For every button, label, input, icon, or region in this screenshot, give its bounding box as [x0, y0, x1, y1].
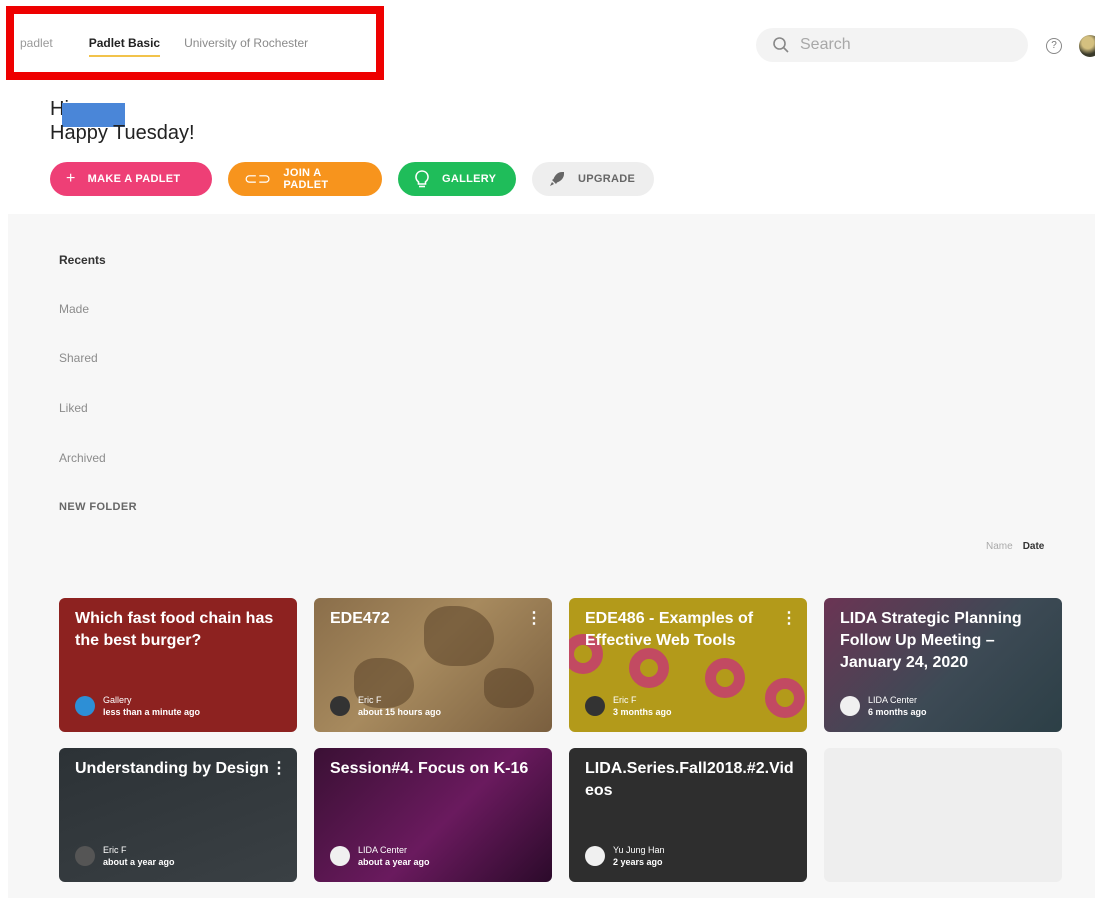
padlet-card[interactable]: Session#4. Focus on K-16 LIDA Center abou…	[314, 748, 552, 882]
card-time: 3 months ago	[613, 707, 672, 717]
make-a-padlet-button[interactable]: + MAKE A PADLET	[50, 162, 212, 196]
action-buttons: + MAKE A PADLET ⊂⊃ JOIN A PADLET GALLERY…	[50, 162, 654, 196]
plus-icon: +	[66, 170, 76, 187]
rocket-icon	[550, 172, 564, 186]
card-time: 6 months ago	[868, 707, 927, 717]
card-title: Which fast food chain has the best burge…	[75, 610, 274, 649]
search-input[interactable]	[800, 36, 1000, 54]
donut-decoration	[629, 648, 669, 688]
avatar	[330, 696, 350, 716]
card-title: LIDA Strategic Planning Follow Up Meetin…	[840, 610, 1022, 671]
card-title: Session#4. Focus on K-16	[330, 760, 529, 777]
join-a-padlet-label: JOIN A PADLET	[283, 167, 329, 191]
avatar	[840, 696, 860, 716]
card-time: less than a minute ago	[103, 707, 201, 717]
padlet-card[interactable]: LIDA.Series.Fall2018.#2.Videos Yu Jung H…	[569, 748, 807, 882]
card-meta: Gallery less than a minute ago	[75, 694, 200, 718]
sidebar-item-archived[interactable]: Archived	[59, 451, 106, 465]
sort-by-date[interactable]: Date	[1023, 541, 1045, 552]
padlet-card[interactable]: Which fast food chain has the best burge…	[59, 598, 297, 732]
card-author: Eric F	[358, 695, 382, 705]
more-options-icon[interactable]: ⋮	[271, 758, 287, 778]
sidebar-item-recents[interactable]: Recents	[59, 253, 106, 267]
card-title: LIDA.Series.Fall2018.#2.Videos	[585, 760, 794, 799]
join-a-padlet-button[interactable]: ⊂⊃ JOIN A PADLET	[228, 162, 382, 196]
link-icon: ⊂⊃	[244, 171, 272, 188]
card-title: EDE472	[330, 610, 390, 627]
card-author: Eric F	[613, 695, 637, 705]
sort-by-name[interactable]: Name	[986, 541, 1013, 552]
more-options-icon[interactable]: ⋮	[781, 608, 797, 628]
upgrade-label: UPGRADE	[578, 173, 636, 185]
new-folder-button[interactable]: NEW FOLDER	[59, 501, 137, 513]
help-icon[interactable]: ?	[1046, 38, 1062, 54]
upgrade-button[interactable]: UPGRADE	[532, 162, 654, 196]
gallery-label: GALLERY	[442, 173, 497, 185]
sort-controls: Name Date	[986, 541, 1044, 552]
gallery-button[interactable]: GALLERY	[398, 162, 516, 196]
avatar	[585, 696, 605, 716]
padlet-card[interactable]: EDE472 ⋮ Eric F about 15 hours ago	[314, 598, 552, 732]
make-a-padlet-label: MAKE A PADLET	[87, 173, 181, 185]
avatar	[75, 696, 95, 716]
account-avatar[interactable]	[1079, 35, 1095, 57]
card-author: Eric F	[103, 845, 127, 855]
avatar	[585, 846, 605, 866]
card-author: Yu Jung Han	[613, 845, 665, 855]
more-options-icon[interactable]: ⋮	[526, 608, 542, 628]
sidebar-item-shared[interactable]: Shared	[59, 351, 98, 365]
sidebar-item-liked[interactable]: Liked	[59, 401, 88, 415]
card-title: EDE486 - Examples of Effective Web Tools	[585, 610, 754, 649]
empty-card-placeholder	[824, 748, 1062, 882]
donut-decoration	[705, 658, 745, 698]
greeting-day: Happy Tuesday!	[50, 122, 195, 144]
padlet-card[interactable]: EDE486 - Examples of Effective Web Tools…	[569, 598, 807, 732]
top-bar: padlet Padlet Basic University of Roches…	[0, 0, 1095, 88]
card-author: LIDA Center	[868, 695, 918, 705]
padlet-card[interactable]: LIDA Strategic Planning Follow Up Meetin…	[824, 598, 1062, 732]
search-box[interactable]	[756, 28, 1028, 62]
card-author: LIDA Center	[358, 845, 408, 855]
card-meta: Eric F about 15 hours ago	[330, 694, 441, 718]
padlet-card[interactable]: Understanding by Design ⋮ Eric F about a …	[59, 748, 297, 882]
card-meta: LIDA Center about a year ago	[330, 844, 430, 868]
sidebar-item-made[interactable]: Made	[59, 302, 89, 316]
avatar	[75, 846, 95, 866]
card-meta: Eric F about a year ago	[75, 844, 175, 868]
card-meta: LIDA Center 6 months ago	[840, 694, 927, 718]
card-time: 2 years ago	[613, 857, 663, 867]
donut-decoration	[765, 678, 805, 718]
card-time: about 15 hours ago	[358, 707, 442, 717]
avatar	[330, 846, 350, 866]
lightbulb-icon	[415, 170, 429, 188]
card-title: Understanding by Design	[75, 760, 269, 777]
map-decoration	[484, 668, 534, 708]
card-meta: Eric F 3 months ago	[585, 694, 672, 718]
card-meta: Yu Jung Han 2 years ago	[585, 844, 665, 868]
card-author: Gallery	[103, 695, 132, 705]
card-time: about a year ago	[103, 857, 175, 867]
search-icon	[773, 37, 789, 53]
card-time: about a year ago	[358, 857, 430, 867]
annotation-highlight-box	[6, 6, 384, 80]
